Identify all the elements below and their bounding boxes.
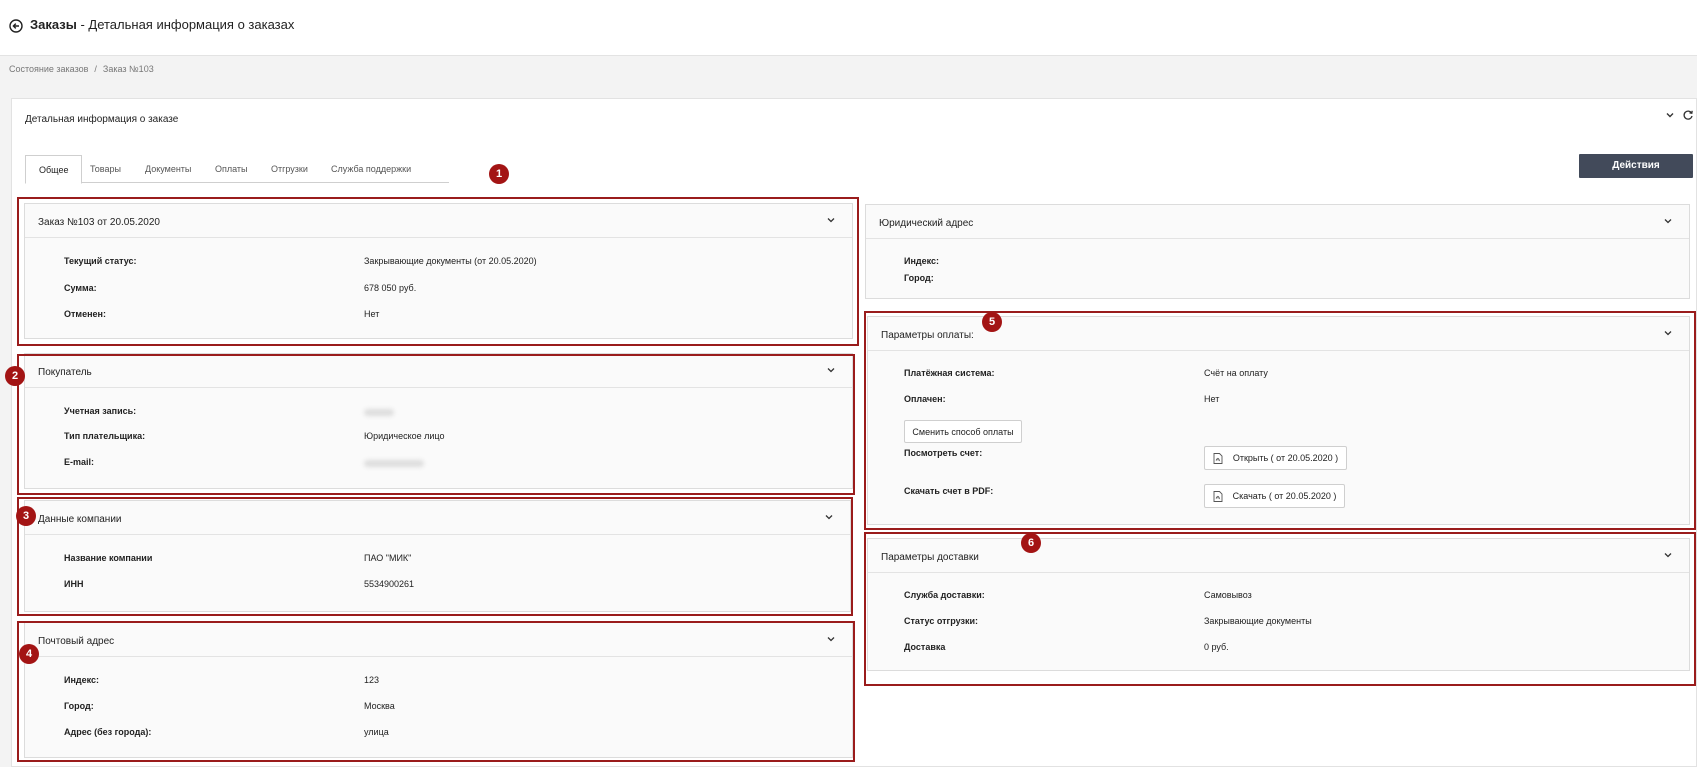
badge-3: 3 [16, 506, 36, 526]
badge-2: 2 [5, 366, 25, 386]
legal-index-label: Индекс: [904, 256, 940, 266]
legal-address-card: Юридический адрес Индекс: Город: [865, 204, 1690, 299]
highlight-box-3 [17, 497, 853, 616]
tab-support[interactable]: Служба поддержки [318, 155, 424, 183]
tab-bar: Общее Товары Документы Оплаты Отгрузки С… [25, 155, 449, 184]
breadcrumb-orders-status[interactable]: Состояние заказов [9, 64, 88, 74]
panel-title: Детальная информация о заказе [25, 114, 179, 125]
chevron-down-icon[interactable] [1663, 216, 1673, 226]
badge-1: 1 [489, 164, 509, 184]
breadcrumb-separator: / [94, 64, 97, 74]
highlight-box-4 [17, 621, 855, 762]
page-title: Заказы - Детальная информация о заказах [30, 17, 295, 32]
collapse-panel-icon[interactable] [1664, 109, 1676, 121]
highlight-box-2 [17, 354, 855, 495]
highlight-box-5 [864, 311, 1696, 530]
back-arrow-icon[interactable] [9, 19, 23, 33]
tab-general[interactable]: Общее [25, 155, 83, 184]
actions-button[interactable]: Действия [1579, 154, 1693, 178]
legal-card-header[interactable]: Юридический адрес [866, 205, 1689, 239]
breadcrumb: Состояние заказов / Заказ №103 [9, 64, 154, 74]
highlight-box-1 [17, 197, 859, 346]
top-bar: Заказы - Детальная информация о заказах [0, 0, 1697, 56]
badge-6: 6 [1021, 533, 1041, 553]
tab-payments[interactable]: Оплаты [202, 155, 261, 183]
refresh-icon[interactable] [1682, 109, 1694, 121]
highlight-box-6 [864, 532, 1696, 686]
badge-5: 5 [982, 312, 1002, 332]
legal-city-label: Город: [904, 273, 934, 283]
tab-goods[interactable]: Товары [77, 155, 134, 183]
breadcrumb-current-order: Заказ №103 [102, 64, 154, 74]
tab-documents[interactable]: Документы [132, 155, 204, 183]
legal-card-title: Юридический адрес [879, 218, 974, 229]
tab-shipments[interactable]: Отгрузки [258, 155, 321, 183]
badge-4: 4 [19, 644, 39, 664]
